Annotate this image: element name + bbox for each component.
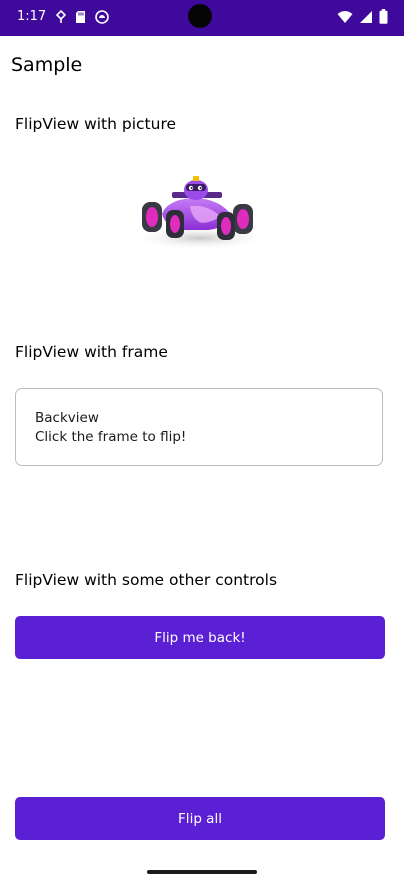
status-left-icons — [55, 9, 109, 28]
camera-cutout — [188, 4, 212, 28]
wifi-icon — [337, 9, 353, 28]
home-gesture-handle[interactable] — [147, 870, 257, 874]
android-system-icon — [95, 9, 109, 28]
battery-icon — [379, 9, 388, 28]
flip-frame[interactable]: Backview Click the frame to flip! — [15, 388, 383, 466]
flip-picture[interactable] — [122, 172, 272, 254]
data-saver-icon — [55, 9, 67, 28]
app-screen: 1:17 Sample FlipView with picture FlipVi… — [0, 0, 404, 884]
race-car-image — [130, 176, 270, 250]
status-time: 1:17 — [17, 9, 47, 24]
cellular-signal-icon — [359, 9, 373, 28]
navigation-bar — [0, 860, 404, 884]
picture-section-title: FlipView with picture — [15, 115, 177, 133]
sd-card-icon — [75, 9, 86, 28]
app-title: Sample — [11, 54, 83, 76]
flip-all-button[interactable]: Flip all — [15, 797, 385, 840]
flip-me-back-button[interactable]: Flip me back! — [15, 616, 385, 659]
frame-backview-label: Backview — [35, 410, 99, 426]
frame-section-title: FlipView with frame — [15, 343, 168, 361]
status-bar: 1:17 — [0, 0, 404, 36]
controls-section-title: FlipView with some other controls — [15, 571, 278, 589]
status-right-icons — [337, 9, 388, 28]
frame-instruction-text: Click the frame to flip! — [35, 429, 187, 445]
